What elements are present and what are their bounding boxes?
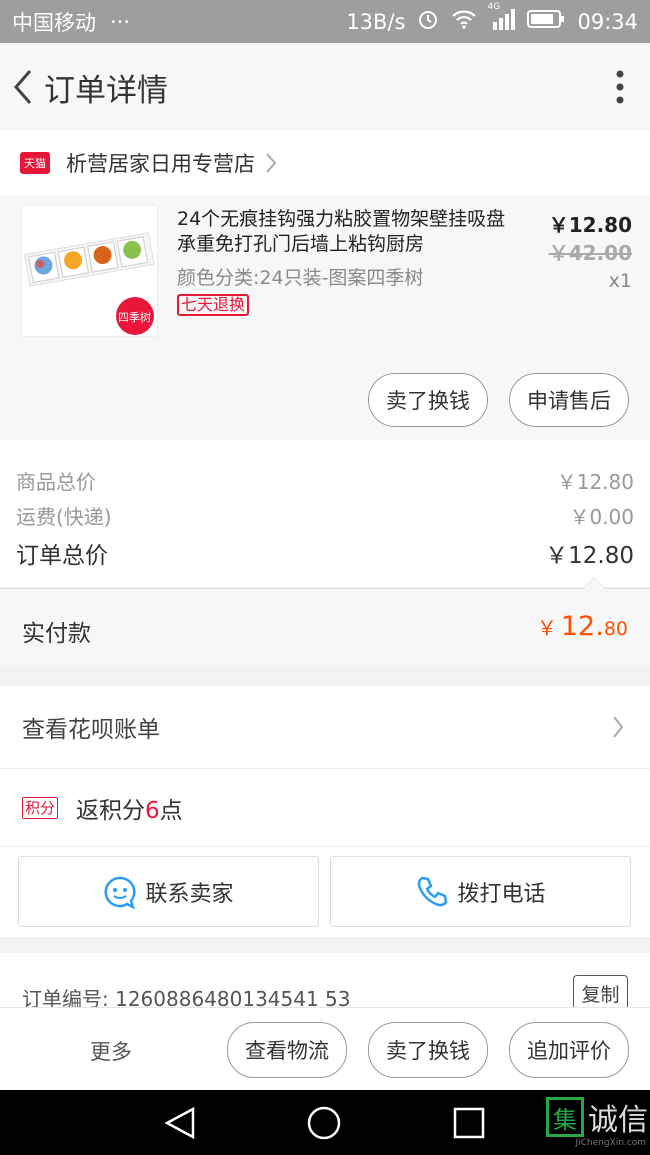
shipping-label: 运费(快递): [16, 505, 112, 529]
status-right-group: 13B/s 4G 09:34: [346, 2, 638, 35]
product-title: 24个无痕挂钩强力粘胶置物架壁挂吸盘承重免打孔门后墙上粘钩厨房: [177, 208, 506, 255]
order-item[interactable]: 四季树 24个无痕挂钩强力粘胶置物架壁挂吸盘承重免打孔门后墙上粘钩厨房 颜色分类…: [0, 195, 650, 440]
paid-amount-row: 实付款 ￥ 12. 80: [0, 577, 650, 667]
network-type: 4G: [487, 2, 501, 12]
shipping-value: ￥0.00: [569, 505, 634, 529]
system-nav-bar: 集 诚信 JiChengXin.com: [0, 1090, 650, 1155]
watermark-subtext: JiChengXin.com: [575, 1138, 646, 1148]
status-bar: 中国移动 ··· 13B/s 4G 09:34: [0, 0, 650, 43]
points-prefix: 返积分: [76, 797, 146, 824]
paid-value: ￥ 12. 80: [537, 611, 628, 642]
nav-bar: 订单详情: [0, 43, 650, 131]
status-dots: ···: [110, 9, 131, 34]
more-menu-button[interactable]: [590, 43, 650, 131]
product-price: ￥12.80: [548, 213, 632, 237]
points-suffix: 点: [159, 797, 183, 824]
carrier-name: 中国移动: [12, 10, 96, 35]
watermark-box: 集: [546, 1097, 584, 1137]
phone-icon: [418, 876, 448, 906]
signal-icon: 4G: [487, 2, 516, 35]
product-original-price: ￥42.00: [548, 241, 632, 265]
call-phone-button[interactable]: 拨打电话: [330, 856, 631, 927]
points-count: 6: [145, 797, 160, 824]
back-triangle-icon[interactable]: [163, 1106, 197, 1140]
chevron-right-icon: [266, 153, 277, 173]
tmall-badge: 天猫: [20, 152, 50, 174]
contact-seller-label: 联系卖家: [145, 881, 234, 907]
chat-icon: [105, 876, 136, 909]
watermark-text: 诚信: [588, 1103, 648, 1138]
paid-currency: ￥: [536, 616, 557, 640]
paid-label: 实付款: [22, 621, 91, 647]
shop-row[interactable]: 天猫 析营居家日用专营店: [0, 131, 650, 195]
more-vertical-icon: [616, 70, 624, 104]
after-sales-button[interactable]: 申请售后: [509, 373, 629, 427]
chevron-right-icon: [613, 716, 624, 738]
paid-integer: 12.: [560, 611, 604, 642]
copy-button[interactable]: 复制: [573, 975, 628, 1011]
bottom-action-bar: 更多 查看物流 卖了换钱 追加评价: [0, 1007, 650, 1090]
product-sku: 颜色分类:24只装-图案四季树: [177, 267, 424, 289]
network-speed: 13B/s: [346, 9, 406, 34]
resell-bottom-button[interactable]: 卖了换钱: [368, 1022, 488, 1078]
watermark-logo: 集 诚信: [546, 1095, 648, 1139]
page-title: 订单详情: [44, 72, 168, 109]
goods-total-value: ￥12.80: [556, 470, 634, 494]
order-total-row: 订单总价 ￥12.80: [16, 536, 634, 570]
order-total-label: 订单总价: [16, 543, 108, 569]
price-summary: 商品总价 ￥12.80 运费(快递) ￥0.00 订单总价 ￥12.80: [0, 440, 650, 587]
back-button[interactable]: [4, 43, 42, 131]
huabei-bill-row[interactable]: 查看花呗账单: [0, 686, 650, 769]
product-quantity: x1: [608, 270, 632, 292]
call-phone-label: 拨打电话: [457, 881, 546, 907]
chevron-left-icon: [14, 70, 32, 104]
goods-total-row: 商品总价 ￥12.80: [16, 466, 634, 495]
goods-total-label: 商品总价: [16, 470, 96, 494]
huabei-bill-label: 查看花呗账单: [22, 717, 160, 743]
battery-icon: [527, 9, 565, 34]
home-circle-icon[interactable]: [307, 1106, 341, 1140]
shop-name: 析营居家日用专营店: [66, 152, 255, 176]
contact-section: 联系卖家 拨打电话: [0, 847, 650, 937]
recents-square-icon[interactable]: [452, 1106, 486, 1140]
clock: 09:34: [577, 9, 638, 34]
status-carrier-group: 中国移动 ···: [12, 7, 130, 37]
add-review-button[interactable]: 追加评价: [509, 1022, 629, 1078]
more-link[interactable]: 更多: [90, 1036, 132, 1066]
thumbnail-label: 四季树: [118, 311, 151, 324]
contact-seller-button[interactable]: 联系卖家: [18, 856, 319, 927]
shipping-row: 运费(快递) ￥0.00: [16, 501, 634, 530]
wifi-icon: [451, 9, 477, 34]
paid-decimal: 80: [603, 618, 628, 640]
points-badge: 积分: [22, 796, 59, 819]
order-total-value: ￥12.80: [545, 543, 634, 569]
alarm-icon: [417, 8, 439, 35]
product-thumbnail[interactable]: 四季树: [21, 205, 158, 337]
points-row: 积分 返积分6点: [0, 769, 650, 847]
order-number-row: 订单编号: 1260886480134541 53 复制: [0, 953, 650, 1013]
view-logistics-button[interactable]: 查看物流: [227, 1022, 347, 1078]
resell-button[interactable]: 卖了换钱: [368, 373, 488, 427]
return-policy-badge: 七天退换: [177, 294, 250, 316]
points-text: 返积分6点: [76, 791, 183, 825]
notch-arrow: [582, 577, 606, 589]
